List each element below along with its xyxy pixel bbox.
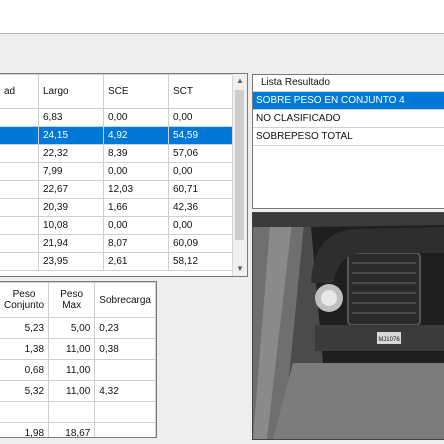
table-row[interactable]: 10,08 0,00 0,00 [0, 216, 234, 235]
table-cell[interactable] [94, 401, 156, 423]
table-row[interactable]: 1,38 11,00 0,38 [0, 338, 156, 360]
vertical-scrollbar[interactable]: ▲ ▼ [232, 74, 247, 276]
table-cell[interactable]: 60,09 [168, 234, 234, 253]
table-cell[interactable]: 60,71 [168, 180, 234, 199]
table-row[interactable]: 0,68 11,00 [0, 359, 156, 381]
table-cell[interactable]: 58,12 [168, 252, 234, 271]
table-cell[interactable] [0, 234, 39, 253]
table-cell[interactable]: 0,23 [94, 317, 156, 339]
table-cell[interactable]: 0,00 [168, 108, 234, 127]
table-row[interactable]: 22,32 8,39 57,06 [0, 144, 234, 163]
table-cell[interactable] [48, 401, 96, 423]
table-cell[interactable]: 5,00 [48, 317, 96, 339]
table-cell[interactable]: 7,99 [38, 162, 104, 181]
table-cell[interactable] [0, 252, 39, 271]
table-cell[interactable] [0, 144, 39, 163]
table-cell[interactable]: 42,36 [168, 198, 234, 217]
table-cell[interactable]: 0,00 [103, 108, 169, 127]
table-cell[interactable]: 57,06 [168, 144, 234, 163]
table-row[interactable]: 23,95 2,61 58,12 [0, 252, 234, 271]
result-list-header: Lista Resultado [253, 75, 444, 92]
table-cell[interactable]: 12,03 [103, 180, 169, 199]
table-cell[interactable]: 24,15 [38, 126, 104, 145]
table-row[interactable]: 6,83 0,00 0,00 [0, 108, 234, 127]
table-cell[interactable]: 11,00 [48, 359, 96, 381]
table-cell[interactable] [0, 198, 39, 217]
table-cell[interactable]: 5,23 [0, 317, 50, 339]
column-header-sce[interactable]: SCE [103, 74, 169, 109]
table-cell[interactable]: 0,68 [0, 359, 50, 381]
table-cell[interactable]: 11,00 [48, 338, 96, 360]
header-line: Peso Conjunto [4, 289, 45, 311]
table-cell[interactable] [0, 108, 39, 127]
table-header-row: ad Largo SCE SCT [0, 74, 234, 109]
weight-grid[interactable]: Peso Conjunto Peso Max Sobrecarga 5,23 5,… [0, 281, 157, 438]
table-cell[interactable]: 23,95 [38, 252, 104, 271]
table-cell[interactable]: 8,39 [103, 144, 169, 163]
table-cell[interactable]: 1,66 [103, 198, 169, 217]
table-row[interactable]: 24,15 4,92 54,59 [0, 126, 234, 145]
table-cell[interactable]: 0,00 [103, 216, 169, 235]
result-list[interactable]: Lista Resultado SOBRE PESO EN CONJUNTO 4… [252, 74, 444, 209]
table-cell[interactable]: 18,67 [48, 422, 96, 437]
table-cell[interactable]: 0,00 [103, 162, 169, 181]
result-list-item[interactable]: SOBRE PESO EN CONJUNTO 4 [253, 92, 444, 110]
table-cell[interactable]: 0,00 [168, 216, 234, 235]
column-header-peso-conjunto[interactable]: Peso Conjunto [0, 282, 50, 318]
table-row[interactable]: 22,67 12,03 60,71 [0, 180, 234, 199]
column-header-sobrecarga[interactable]: Sobrecarga [94, 282, 156, 318]
table-cell[interactable]: 4,92 [103, 126, 169, 145]
license-plate: MJ1076 [378, 337, 400, 343]
table-cell[interactable]: 54,59 [168, 126, 234, 145]
table-cell[interactable]: 1,38 [0, 338, 50, 360]
scrollbar-thumb[interactable] [235, 90, 244, 240]
table-row[interactable]: 20,39 1,66 42,36 [0, 198, 234, 217]
table-cell[interactable]: 21,94 [38, 234, 104, 253]
table-cell[interactable]: 2,61 [103, 252, 169, 271]
table-header-row: Peso Conjunto Peso Max Sobrecarga [0, 282, 156, 318]
table-cell[interactable] [0, 126, 39, 145]
table-cell[interactable] [0, 180, 39, 199]
table-cell[interactable] [0, 216, 39, 235]
table-row[interactable]: 5,32 11,00 4,32 [0, 380, 156, 402]
table-row[interactable]: 5,23 5,00 0,23 [0, 317, 156, 339]
table-cell[interactable]: 1,98 [0, 422, 50, 437]
table-cell[interactable]: 8,07 [103, 234, 169, 253]
table-cell[interactable]: 0,00 [168, 162, 234, 181]
truck-camera-image: MJ1076 [253, 213, 444, 439]
axle-data-grid[interactable]: ad Largo SCE SCT 6,83 0,00 0,00 24,15 4,92 54… [0, 73, 248, 277]
table-cell[interactable]: 5,32 [0, 380, 50, 402]
camera-feed: MJ1076 [252, 212, 444, 440]
table-cell[interactable]: 11,00 [48, 380, 96, 402]
table-cell[interactable]: 10,08 [38, 216, 104, 235]
table-row[interactable] [0, 401, 156, 423]
table-cell[interactable]: 0,38 [94, 338, 156, 360]
result-list-item[interactable]: NO CLASIFICADO [253, 110, 444, 128]
scroll-down-arrow-icon[interactable]: ▼ [233, 262, 247, 276]
weight-table: Peso Conjunto Peso Max Sobrecarga 5,23 5,… [0, 282, 156, 437]
result-list-item[interactable]: SOBREPESO TOTAL [253, 128, 444, 146]
table-row[interactable]: 7,99 0,00 0,00 [0, 162, 234, 181]
table-cell[interactable]: 6,83 [38, 108, 104, 127]
column-header[interactable]: ad [0, 74, 39, 109]
table-cell[interactable]: 22,67 [38, 180, 104, 199]
table-row[interactable]: 1,98 18,67 [0, 422, 156, 437]
scroll-up-arrow-icon[interactable]: ▲ [233, 74, 247, 88]
table-cell[interactable] [94, 359, 156, 381]
table-cell[interactable]: 4,32 [94, 380, 156, 402]
column-header-sct[interactable]: SCT [168, 74, 234, 109]
table-cell[interactable]: 22,32 [38, 144, 104, 163]
column-header-largo[interactable]: Largo [38, 74, 104, 109]
table-row[interactable]: 21,94 8,07 60,09 [0, 234, 234, 253]
table-cell[interactable] [0, 401, 50, 423]
table-cell[interactable] [0, 162, 39, 181]
header-line: Peso Max [60, 289, 84, 311]
top-input-bar[interactable] [0, 0, 444, 34]
table-cell[interactable]: 20,39 [38, 198, 104, 217]
column-header-peso-max[interactable]: Peso Max [48, 282, 96, 318]
axle-data-table: ad Largo SCE SCT 6,83 0,00 0,00 24,15 4,92 54… [0, 74, 234, 271]
table-cell[interactable] [94, 422, 156, 437]
